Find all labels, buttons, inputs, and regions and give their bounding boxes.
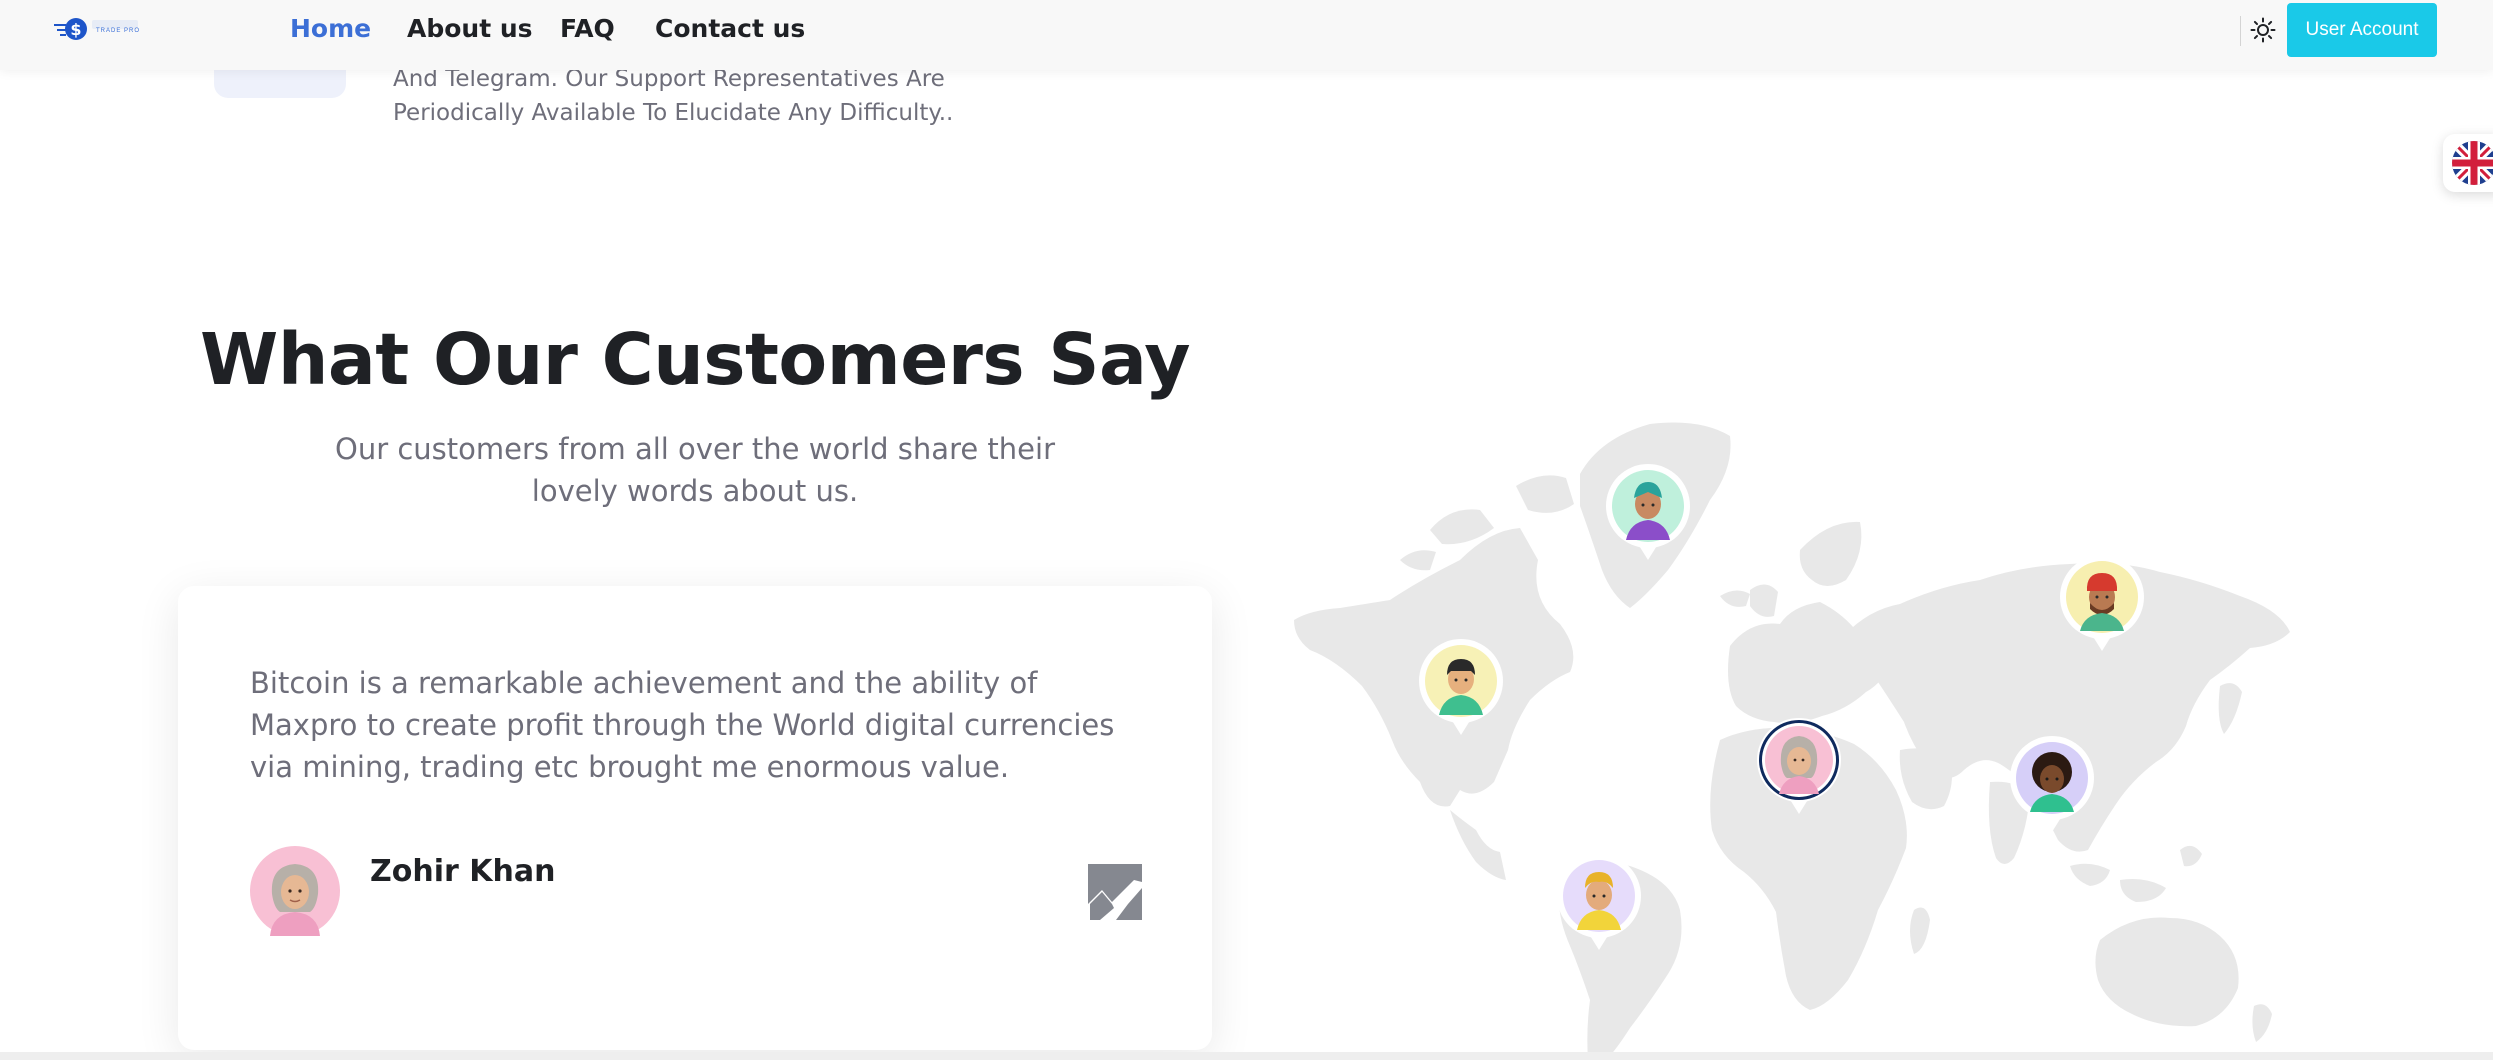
theme-toggle[interactable] [2250,17,2276,43]
map-pin-greenland[interactable] [1602,462,1694,564]
map-pin-south-asia[interactable] [2006,734,2098,836]
customer-avatar-icon [1557,854,1641,950]
customer-avatar-icon [2010,736,2094,832]
map-pin-europe[interactable] [1753,716,1845,818]
customer-avatar-icon [1419,639,1503,735]
map-pin-russia[interactable] [2056,553,2148,655]
author-name: Zohir Khan [370,854,556,889]
support-text-line: Periodically Available To Elucidate Any … [393,100,954,126]
author-avatar [250,846,340,936]
subtitle-line: lovely words about us. [531,474,859,508]
avatar-illustration [250,846,340,936]
quote-icon [1088,864,1142,920]
sun-icon [2250,17,2276,43]
subtitle-line: Our customers from all over the world sh… [335,432,1055,466]
top-navigation: $ TRADE PRO Home About us FAQ Contact us… [0,0,2493,70]
nav-about-us[interactable]: About us [407,14,533,43]
logo-caption: TRADE PRO [96,28,141,34]
section-divider [0,1052,2493,1060]
map-pin-north-america[interactable] [1415,637,1507,739]
testimonial-quote: Bitcoin is a remarkable achievement and … [250,666,1115,784]
customer-avatar-icon [1606,464,1690,560]
testimonial-card: Bitcoin is a remarkable achievement and … [178,586,1212,1050]
customer-avatar-icon [2060,555,2144,651]
nav-home[interactable]: Home [290,14,371,43]
nav-contact-us[interactable]: Contact us [655,14,805,43]
user-account-button[interactable]: User Account [2287,3,2437,57]
uk-flag-icon [2452,141,2493,185]
customer-avatar-icon [1757,718,1841,814]
map-pin-south-america[interactable] [1553,852,1645,954]
nav-faq[interactable]: FAQ [560,14,615,43]
language-selector[interactable] [2443,134,2493,192]
support-description: And Telegram. Our Support Representative… [393,62,1013,130]
section-subtitle: Our customers from all over the world sh… [300,428,1090,512]
svg-text:$: $ [70,20,81,39]
section-title: What Our Customers Say [200,318,1190,401]
nav-divider [2240,16,2241,46]
